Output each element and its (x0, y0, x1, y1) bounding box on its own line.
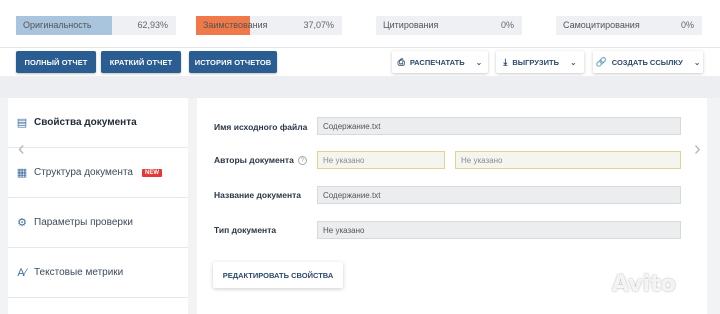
chevron-down-icon: ⌄ (475, 57, 483, 67)
stat-label: Оригинальность (23, 20, 92, 30)
title-label: Название документа (214, 190, 301, 200)
stat-label: Цитирования (383, 20, 439, 30)
stats-bar: Оригинальность 62,93% Заимствования 37,0… (0, 0, 720, 48)
short-report-button[interactable]: КРАТКИЙ ОТЧЕТ (101, 51, 181, 73)
sidebar-item-document-structure[interactable]: ▦ Структура документа NEW (8, 148, 188, 198)
sidebar-item-label: Параметры проверки (34, 217, 133, 228)
sidebar-item-check-params[interactable]: ⚙ Параметры проверки (8, 198, 188, 248)
sidebar-item-label: Свойства документа (34, 117, 137, 128)
stat-label: Самоцитирования (563, 20, 640, 30)
sidebar-item-label: Структура документа (34, 167, 133, 178)
help-icon[interactable]: ? (297, 156, 307, 166)
stat-citations: Цитирования 0% (376, 16, 522, 35)
print-button[interactable]: ⎙ РАСПЕЧАТАТЬ ⌄ (392, 51, 488, 73)
chevron-left-icon[interactable]: ‹ (18, 138, 25, 161)
author-field-2[interactable]: Не указано (455, 151, 681, 169)
stat-value: 0% (680, 20, 694, 30)
printer-icon: ⎙ (397, 56, 405, 67)
text-metrics-icon: A∕ (17, 266, 27, 279)
type-field[interactable]: Не указано (317, 221, 681, 239)
sidebar-item-text-metrics[interactable]: A∕ Текстовые метрики (8, 248, 188, 298)
report-history-button[interactable]: ИСТОРИЯ ОТЧЕТОВ (189, 51, 277, 73)
authors-label: Авторы документа? (214, 155, 307, 166)
sidebar-item-label: Текстовые метрики (34, 267, 124, 278)
edit-properties-button[interactable]: РЕДАКТИРОВАТЬ СВОЙСТВА (213, 262, 343, 288)
title-field[interactable]: Содержание.txt (317, 186, 681, 204)
sidebar: ▤ Свойства документа ▦ Структура докумен… (8, 98, 188, 314)
sidebar-item-document-properties[interactable]: ▤ Свойства документа (8, 98, 188, 148)
create-link-button[interactable]: 🔗 СОЗДАТЬ ССЫЛКУ ⌄ (593, 51, 703, 73)
avito-watermark: Avito (612, 272, 676, 297)
authors-label-text: Авторы документа (214, 155, 294, 165)
new-badge: NEW (141, 168, 162, 177)
chevron-down-icon: ⌄ (569, 57, 577, 67)
link-icon: 🔗 (595, 56, 607, 67)
stat-self-citations: Самоцитирования 0% (556, 16, 702, 35)
action-bar: ПОЛНЫЙ ОТЧЕТ КРАТКИЙ ОТЧЕТ ИСТОРИЯ ОТЧЕТ… (0, 48, 720, 76)
export-button[interactable]: ⤓ ВЫГРУЗИТЬ ⌄ (496, 51, 584, 73)
stat-value: 37,07% (303, 20, 334, 30)
stat-value: 0% (500, 20, 514, 30)
chevron-right-icon[interactable]: › (694, 138, 701, 161)
stat-value: 62,93% (137, 20, 168, 30)
filename-label: Имя исходного файла (214, 122, 308, 132)
create-link-label: СОЗДАТЬ ССЫЛКУ (611, 57, 683, 67)
author-field-1[interactable]: Не указано (317, 151, 445, 169)
stat-label: Заимствования (203, 20, 268, 30)
document-icon: ▤ (16, 117, 28, 129)
divider-band (0, 76, 720, 98)
type-label: Тип документа (214, 225, 277, 235)
download-icon: ⤓ (503, 56, 508, 67)
full-report-button[interactable]: ПОЛНЫЙ ОТЧЕТ (16, 51, 96, 73)
structure-icon: ▦ (16, 167, 28, 179)
stat-borrowings: Заимствования 37,07% (196, 16, 342, 35)
stat-originality: Оригинальность 62,93% (16, 16, 176, 35)
export-label: ВЫГРУЗИТЬ (512, 57, 559, 67)
filename-field[interactable]: Содержание.txt (317, 117, 681, 135)
print-label: РАСПЕЧАТАТЬ (409, 57, 465, 67)
chevron-down-icon: ⌄ (693, 57, 701, 67)
gear-icon: ⚙ (17, 217, 27, 229)
